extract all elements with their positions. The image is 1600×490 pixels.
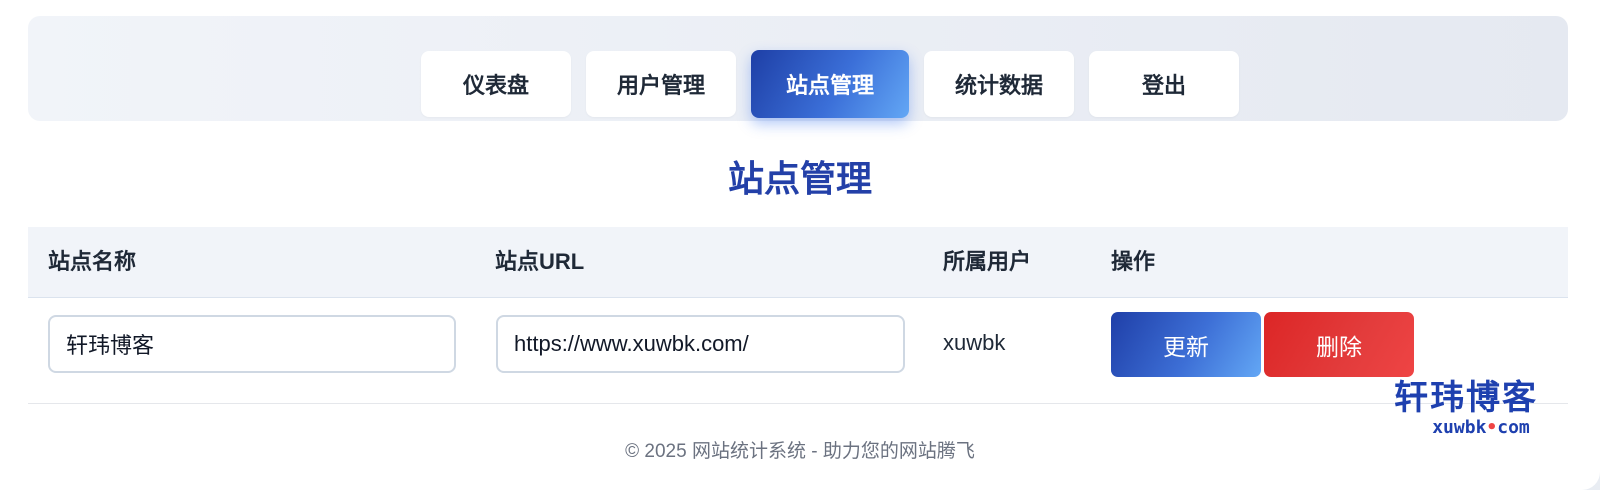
- column-header-actions: 操作: [1111, 249, 1156, 274]
- watermark-url-suffix: com: [1497, 417, 1530, 438]
- column-header-site-url: 站点URL: [495, 249, 585, 274]
- column-header-owner: 所属用户: [943, 249, 1032, 274]
- nav-statistics-button[interactable]: 统计数据: [924, 51, 1074, 117]
- watermark-logo: 轩玮博客 xuwbk•com: [1376, 378, 1556, 438]
- main-card: 仪表盘 用户管理 站点管理 统计数据 登出 站点管理 站点名称 站点URL 所属…: [0, 0, 1600, 490]
- site-url-input[interactable]: [496, 315, 905, 373]
- update-button[interactable]: 更新: [1111, 312, 1261, 377]
- nav-bar: 仪表盘 用户管理 站点管理 统计数据 登出: [421, 50, 1239, 118]
- table-header: 站点名称 站点URL 所属用户 操作: [28, 227, 1568, 298]
- footer-copyright: © 2025 网站统计系统 - 助力您的网站腾飞: [625, 441, 975, 462]
- owner-text: xuwbk: [943, 330, 1006, 355]
- watermark-url-dot: •: [1486, 417, 1498, 438]
- nav-user-management-button[interactable]: 用户管理: [586, 51, 736, 117]
- top-navigation: 仪表盘 用户管理 站点管理 统计数据 登出: [28, 16, 1568, 121]
- column-header-site-name: 站点名称: [48, 249, 137, 274]
- watermark-url: xuwbk•com: [1406, 418, 1556, 438]
- nav-logout-button[interactable]: 登出: [1089, 51, 1239, 117]
- nav-dashboard-button[interactable]: 仪表盘: [421, 51, 571, 117]
- site-name-input[interactable]: [48, 315, 456, 373]
- delete-button[interactable]: 删除: [1264, 312, 1414, 377]
- watermark-title: 轩玮博客: [1394, 378, 1538, 418]
- nav-site-management-button[interactable]: 站点管理: [751, 50, 909, 118]
- page-title: 站点管理: [727, 158, 872, 199]
- watermark-url-prefix: xuwbk: [1432, 417, 1487, 438]
